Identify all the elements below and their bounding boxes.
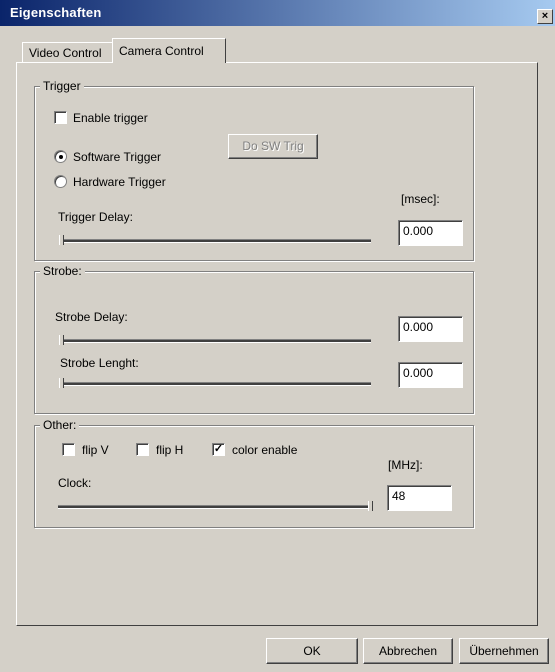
clock-input[interactable]: 48 xyxy=(387,485,452,511)
clock-label: Clock: xyxy=(58,476,92,490)
enable-trigger-checkbox[interactable] xyxy=(54,111,67,124)
tab-camera-control-label: Camera Control xyxy=(119,44,204,58)
software-trigger-radio[interactable] xyxy=(54,150,67,163)
clock-unit-label: [MHz]: xyxy=(388,458,423,472)
clock-slider-thumb[interactable] xyxy=(368,501,373,511)
strobe-group-label: Strobe: xyxy=(40,264,85,278)
trigger-delay-slider-thumb[interactable] xyxy=(59,235,64,245)
tab-camera-control[interactable]: Camera Control xyxy=(112,38,226,63)
apply-button[interactable]: Übernehmen xyxy=(459,638,549,664)
flip-v-checkbox[interactable] xyxy=(62,443,75,456)
flip-h-checkbox[interactable] xyxy=(136,443,149,456)
tab-video-control[interactable]: Video Control xyxy=(22,42,124,63)
color-enable-checkbox[interactable]: ✓ xyxy=(212,443,225,456)
strobe-delay-label: Strobe Delay: xyxy=(55,310,128,324)
close-button[interactable]: × xyxy=(537,9,553,24)
other-group-label: Other: xyxy=(40,418,80,432)
trigger-group-label: Trigger xyxy=(40,79,84,93)
strobe-length-slider[interactable] xyxy=(60,382,371,386)
strobe-delay-slider[interactable] xyxy=(60,339,371,343)
strobe-delay-slider-thumb[interactable] xyxy=(59,335,64,345)
flip-h-label: flip H xyxy=(156,443,184,457)
window-title: Eigenschaften xyxy=(10,5,102,20)
trigger-delay-input[interactable]: 0.000 xyxy=(398,220,463,246)
hardware-trigger-label: Hardware Trigger xyxy=(73,175,166,189)
flip-v-label: flip V xyxy=(82,443,109,457)
strobe-delay-input[interactable]: 0.000 xyxy=(398,316,463,342)
close-icon: × xyxy=(541,10,549,22)
trigger-delay-label: Trigger Delay: xyxy=(58,210,133,224)
enable-trigger-label: Enable trigger xyxy=(73,111,148,125)
ok-button[interactable]: OK xyxy=(266,638,358,664)
hardware-trigger-radio[interactable] xyxy=(54,175,67,188)
radio-selected-dot xyxy=(59,155,63,159)
software-trigger-label: Software Trigger xyxy=(73,150,162,164)
clock-slider[interactable] xyxy=(58,505,371,509)
color-enable-label: color enable xyxy=(232,443,298,457)
trigger-unit-label: [msec]: xyxy=(401,192,440,206)
trigger-delay-slider[interactable] xyxy=(60,239,371,243)
do-sw-trig-button[interactable]: Do SW Trig xyxy=(228,134,318,159)
strobe-length-input[interactable]: 0.000 xyxy=(398,362,463,388)
checkmark-icon: ✓ xyxy=(213,443,224,455)
strobe-length-label: Strobe Lenght: xyxy=(60,356,139,370)
cancel-button[interactable]: Abbrechen xyxy=(363,638,453,664)
strobe-length-slider-thumb[interactable] xyxy=(59,378,64,388)
other-group xyxy=(34,425,474,528)
